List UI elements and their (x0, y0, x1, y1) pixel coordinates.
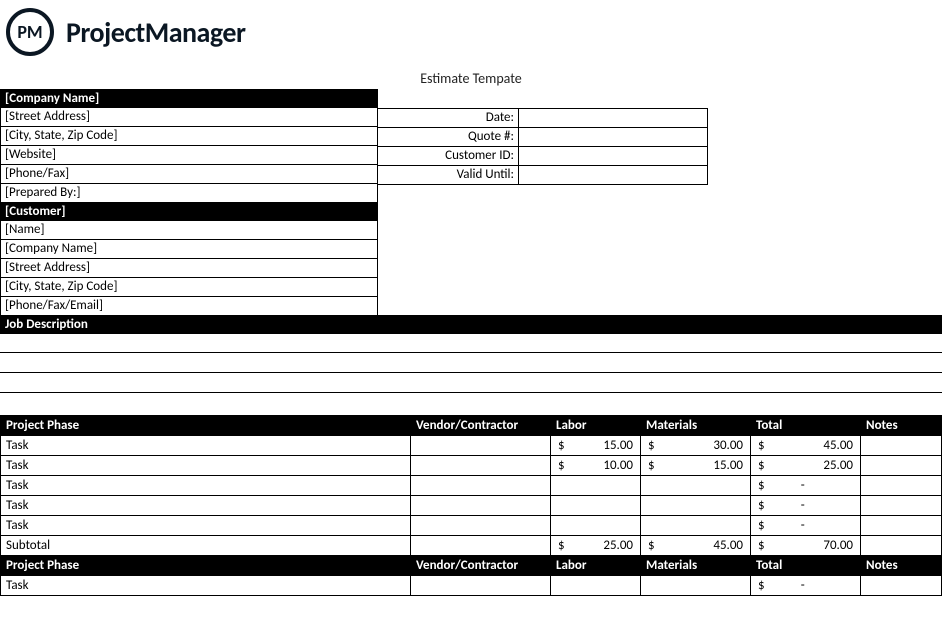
customer-street[interactable]: [Street Address] (0, 258, 378, 278)
cell-labor[interactable]: $15.00 (551, 436, 641, 456)
cell-vendor[interactable] (411, 476, 551, 496)
cell-total: $- (751, 476, 861, 496)
th-materials: Materials (641, 556, 751, 576)
cell-phase[interactable]: Task (1, 436, 411, 456)
subtotal-labor: $25.00 (551, 536, 641, 556)
table-row: Task $- (1, 496, 942, 516)
cell-total: $- (751, 496, 861, 516)
cell-labor[interactable] (551, 496, 641, 516)
meta-validuntil-label: Valid Until: (377, 165, 519, 185)
cell-materials[interactable]: $15.00 (641, 456, 751, 476)
company-prepared-by[interactable]: [Prepared By:] (0, 183, 378, 203)
cell-materials[interactable] (641, 476, 751, 496)
cell-vendor[interactable] (411, 516, 551, 536)
tasks-header-row: Project Phase Vendor/Contractor Labor Ma… (1, 556, 942, 576)
th-materials: Materials (641, 416, 751, 436)
cell-labor[interactable]: $10.00 (551, 456, 641, 476)
table-row: Task $15.00 $30.00 $45.00 (1, 436, 942, 456)
cell-notes[interactable] (861, 516, 942, 536)
cell-notes[interactable] (861, 576, 942, 596)
job-description-line[interactable] (0, 333, 942, 353)
meta-quote-label: Quote #: (377, 127, 519, 147)
cell-labor[interactable] (551, 516, 641, 536)
cell-vendor[interactable] (411, 496, 551, 516)
cell-materials[interactable] (641, 496, 751, 516)
cell-notes[interactable] (861, 456, 942, 476)
pm-circle-icon: PM (6, 8, 54, 56)
th-total: Total (751, 556, 861, 576)
cell-phase[interactable]: Task (1, 496, 411, 516)
cell-notes[interactable] (861, 496, 942, 516)
meta-validuntil-value[interactable] (518, 165, 708, 185)
subtotal-row: Subtotal $25.00 $45.00 $70.00 (1, 536, 942, 556)
cell-materials[interactable] (641, 516, 751, 536)
th-vendor: Vendor/Contractor (411, 556, 551, 576)
cell-total: $45.00 (751, 436, 861, 456)
cell-materials[interactable]: $30.00 (641, 436, 751, 456)
meta-customerid-value[interactable] (518, 146, 708, 166)
meta-date-label: Date: (377, 108, 519, 128)
customer-name[interactable]: [Name] (0, 220, 378, 240)
th-phase: Project Phase (1, 556, 411, 576)
th-labor: Labor (551, 416, 641, 436)
meta-customerid-label: Customer ID: (377, 146, 519, 166)
table-row: Task $- (1, 476, 942, 496)
document-title: Estimate Tempate (0, 70, 942, 87)
company-header: [Company Name] (0, 89, 378, 108)
meta-quote-value[interactable] (518, 127, 708, 147)
subtotal-total: $70.00 (751, 536, 861, 556)
meta-date-value[interactable] (518, 108, 708, 128)
table-row: Task $10.00 $15.00 $25.00 (1, 456, 942, 476)
customer-phone-fax-email[interactable]: [Phone/Fax/Email] (0, 296, 378, 316)
cell-phase[interactable]: Task (1, 576, 411, 596)
table-row: Task $- (1, 516, 942, 536)
company-phone-fax[interactable]: [Phone/Fax] (0, 164, 378, 184)
company-city-state-zip[interactable]: [City, State, Zip Code] (0, 126, 378, 146)
th-notes: Notes (861, 556, 942, 576)
customer-city-state-zip[interactable]: [City, State, Zip Code] (0, 277, 378, 297)
company-street[interactable]: [Street Address] (0, 107, 378, 127)
customer-header: [Customer] (0, 202, 378, 221)
cell-phase[interactable]: Task (1, 476, 411, 496)
th-total: Total (751, 416, 861, 436)
cell-phase[interactable]: Task (1, 516, 411, 536)
customer-company[interactable]: [Company Name] (0, 239, 378, 259)
brand-wordmark: ProjectManager (66, 15, 245, 50)
th-labor: Labor (551, 556, 641, 576)
table-row: Task $- (1, 576, 942, 596)
tasks-header-row: Project Phase Vendor/Contractor Labor Ma… (1, 416, 942, 436)
subtotal-materials: $45.00 (641, 536, 751, 556)
company-website[interactable]: [Website] (0, 145, 378, 165)
th-phase: Project Phase (1, 416, 411, 436)
cell-labor[interactable] (551, 476, 641, 496)
cell-labor[interactable] (551, 576, 641, 596)
cell-materials[interactable] (641, 576, 751, 596)
cell-total: $25.00 (751, 456, 861, 476)
job-description-line[interactable] (0, 373, 942, 393)
cell-phase[interactable]: Task (1, 456, 411, 476)
th-notes: Notes (861, 416, 942, 436)
cell-vendor[interactable] (411, 576, 551, 596)
job-description-header: Job Description (0, 315, 942, 334)
cell-notes[interactable] (861, 436, 942, 456)
cell-notes[interactable] (861, 476, 942, 496)
cell-vendor[interactable] (411, 456, 551, 476)
brand-logo: PM ProjectManager (0, 0, 942, 56)
th-vendor: Vendor/Contractor (411, 416, 551, 436)
cell-total: $- (751, 516, 861, 536)
job-description-line[interactable] (0, 353, 942, 373)
cell-total: $- (751, 576, 861, 596)
cell-vendor[interactable] (411, 436, 551, 456)
subtotal-label: Subtotal (1, 536, 411, 556)
tasks-table: Project Phase Vendor/Contractor Labor Ma… (0, 415, 942, 596)
